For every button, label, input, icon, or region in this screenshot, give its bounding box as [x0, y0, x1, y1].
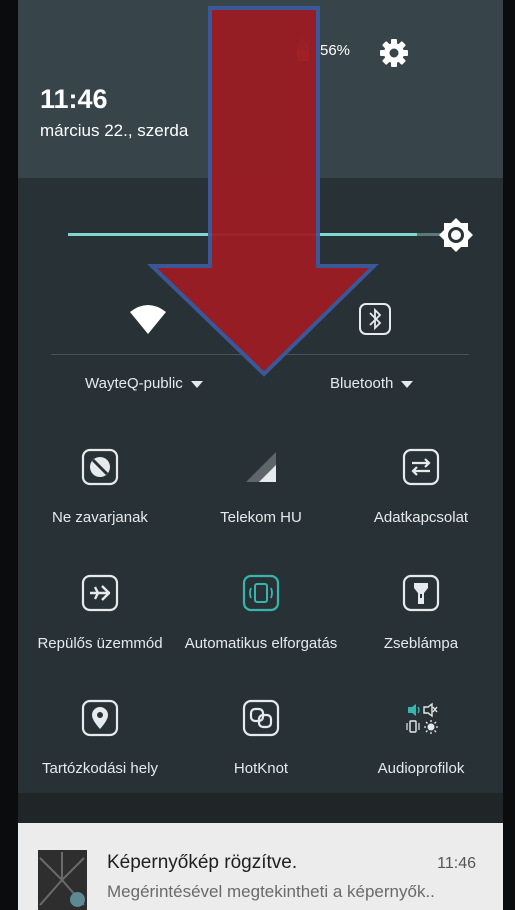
wifi-icon[interactable]	[128, 302, 168, 336]
tile-mobile-network[interactable]: Telekom HU	[181, 448, 341, 528]
wifi-network-label: WayteQ-public	[85, 375, 183, 392]
screenshot-badge-icon	[70, 892, 85, 907]
chevron-down-icon	[190, 380, 203, 388]
tile-label: Adatkapcsolat	[373, 509, 469, 526]
notification-title: Képernyőkép rögzítve.	[107, 852, 298, 873]
airplane-icon	[81, 574, 119, 612]
tile-location[interactable]: Tartózkodási hely	[20, 699, 180, 779]
data-connection-icon	[402, 448, 440, 486]
bluetooth-icon[interactable]	[358, 302, 392, 336]
tile-label: Ne zavarjanak	[52, 509, 148, 526]
tile-label: Repülős üzemmód	[37, 635, 163, 652]
tile-label: Tartózkodási hely	[42, 760, 158, 777]
hotknot-icon	[242, 699, 280, 737]
tile-label: Zseblámpa	[383, 635, 459, 652]
navigation-shadow	[18, 793, 503, 823]
bluetooth-label: Bluetooth	[330, 375, 394, 392]
divider	[51, 354, 469, 355]
tile-flashlight[interactable]: Zseblámpa	[341, 574, 501, 654]
battery-icon	[297, 39, 309, 61]
tile-hotknot[interactable]: HotKnot	[181, 699, 341, 779]
tile-audio-profiles[interactable]: Audioprofilok	[341, 699, 501, 779]
tile-label: Telekom HU	[220, 509, 302, 526]
phone-screen: 56% 11:46 március 22., szerda WayteQ-pub…	[18, 0, 503, 910]
brightness-icon[interactable]	[438, 217, 474, 253]
screenshot-thumbnail	[38, 850, 87, 910]
notification-time: 11:46	[437, 855, 476, 872]
notification-text: Megérintésével megtekintheti a képernyők…	[107, 882, 435, 901]
clock-time: 11:46	[40, 84, 108, 114]
screenshot-notification[interactable]: Képernyőkép rögzítve. 11:46 Megérintésév…	[18, 823, 503, 910]
auto-rotate-icon	[242, 574, 280, 612]
tile-data-connection[interactable]: Adatkapcsolat	[341, 448, 501, 528]
status-header: 56% 11:46 március 22., szerda	[18, 0, 503, 178]
flashlight-icon	[402, 574, 440, 612]
battery-percent: 56%	[320, 42, 351, 59]
location-icon	[81, 699, 119, 737]
settings-gear-icon[interactable]	[378, 37, 410, 69]
wifi-network-dropdown[interactable]: WayteQ-public	[85, 375, 203, 392]
signal-icon	[246, 452, 276, 482]
tile-airplane-mode[interactable]: Repülős üzemmód	[20, 574, 180, 654]
tile-do-not-disturb[interactable]: Ne zavarjanak	[20, 448, 180, 528]
tile-auto-rotate[interactable]: Automatikus elforgatás	[181, 574, 341, 654]
audio-profile-icon	[406, 702, 438, 734]
brightness-slider-fill[interactable]	[68, 233, 417, 236]
tile-label: HotKnot	[233, 760, 289, 777]
tile-label: Audioprofilok	[377, 760, 465, 777]
chevron-down-icon	[401, 380, 414, 388]
do-not-disturb-icon	[81, 448, 119, 486]
bluetooth-dropdown[interactable]: Bluetooth	[330, 375, 414, 392]
clock-date: március 22., szerda	[40, 121, 189, 140]
tile-label: Automatikus elforgatás	[184, 635, 338, 652]
